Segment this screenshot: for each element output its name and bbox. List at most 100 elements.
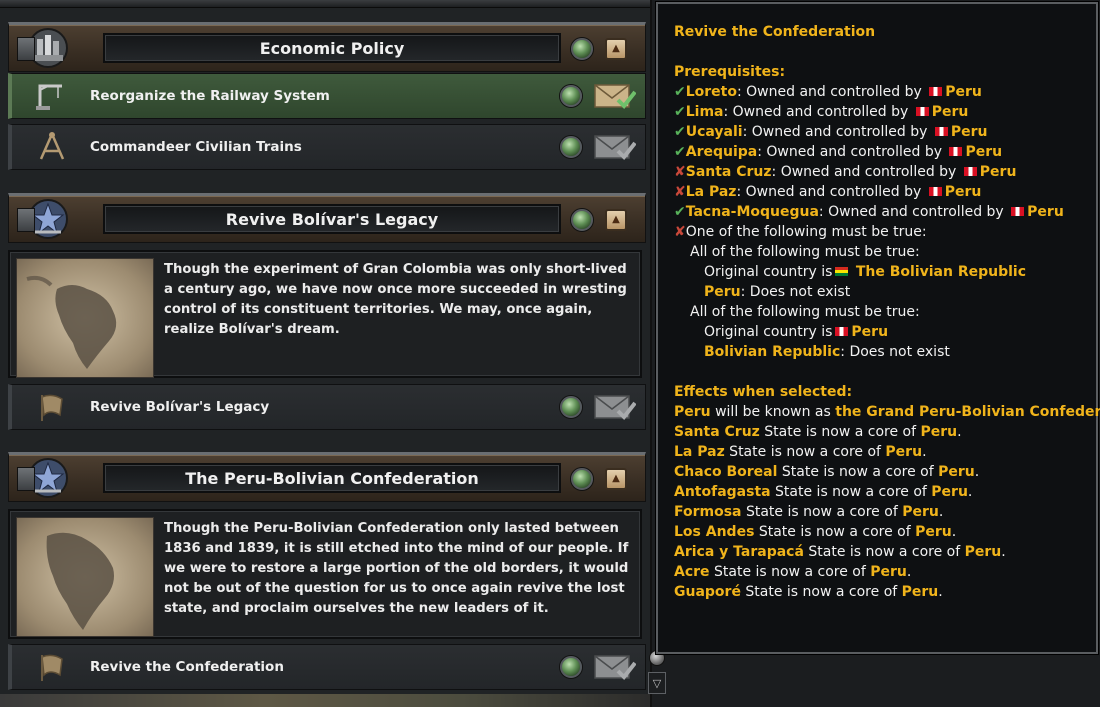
country-name: Peru <box>931 104 969 120</box>
effect-text: State is now a core of <box>777 464 939 480</box>
effect-text: State is now a core of <box>740 584 902 600</box>
category-description-box: Though the Peru-Bolivian Confederation o… <box>8 509 642 639</box>
tooltip-title: Revive the Confederation <box>674 24 876 40</box>
category-header-bolivar[interactable]: Revive Bolívar's Legacy ▲ <box>8 193 646 243</box>
state-name: La Paz <box>674 444 725 460</box>
decisions-panel: Economic Policy ▲ Reorganize the Railway… <box>0 0 652 707</box>
cross-icon: ✘ <box>674 184 686 200</box>
scroll-down-button[interactable]: ▽ <box>648 672 666 694</box>
chevron-up-icon: ▲ <box>612 473 620 484</box>
status-gem-icon <box>560 656 582 678</box>
peru-flag-icon <box>934 127 948 136</box>
state-name: Santa Cruz <box>685 164 772 180</box>
condition-text: : Owned and controlled by <box>771 164 957 180</box>
category-description: Though the Peru-Bolivian Confederation o… <box>164 521 629 616</box>
core-effect: Santa Cruz State is now a core of Peru. <box>674 424 962 440</box>
prerequisite-state: ✔Ucayali: Owned and controlled by Peru <box>674 122 1096 142</box>
state-name: Arequipa <box>685 144 758 160</box>
bolivia-flag-icon <box>835 267 849 276</box>
crane-icon <box>36 80 68 112</box>
checkmark-icon: ✔ <box>674 104 686 120</box>
core-effect: Acre State is now a core of Peru. <box>674 564 912 580</box>
checkmark-icon: ✔ <box>674 204 686 220</box>
state-name: La Paz <box>685 184 737 200</box>
category-header-economic-policy[interactable]: Economic Policy ▲ <box>8 22 646 72</box>
condition-text: : Owned and controlled by <box>757 144 943 160</box>
state-name: Acre <box>674 564 710 580</box>
effect-text: State is now a core of <box>759 424 921 440</box>
state-name: Santa Cruz <box>674 424 760 440</box>
panel-top-border <box>0 0 650 8</box>
condition-text: : Owned and controlled by <box>723 104 909 120</box>
core-effects-list: Santa Cruz State is now a core of Peru. L… <box>674 422 1096 602</box>
peru-flag-icon <box>1011 207 1025 216</box>
status-gem-icon <box>560 85 582 107</box>
all-of-condition: All of the following must be true: <box>690 304 920 320</box>
core-effect: Chaco Boreal State is now a core of Peru… <box>674 464 980 480</box>
decision-row-commandeer-trains[interactable]: Commandeer Civilian Trains <box>8 124 646 170</box>
effect-text: State is now a core of <box>709 564 871 580</box>
core-effect: Formosa State is now a core of Peru. <box>674 504 944 520</box>
envelope-check-icon[interactable] <box>594 655 637 681</box>
condition-text: : Owned and controlled by <box>818 204 1004 220</box>
prerequisite-state: ✔Loreto: Owned and controlled by Peru <box>674 82 1096 102</box>
decision-tooltip: Revive the Confederation Prerequisites: … <box>656 2 1100 654</box>
envelope-check-icon[interactable] <box>594 84 637 110</box>
envelope-check-icon[interactable] <box>594 395 637 421</box>
prerequisite-state: ✘La Paz: Owned and controlled by Peru <box>674 182 1096 202</box>
decision-label: Reorganize the Railway System <box>90 88 330 104</box>
core-effect: Los Andes State is now a core of Peru. <box>674 524 957 540</box>
decision-row-revive-confederation[interactable]: Revive the Confederation <box>8 644 646 690</box>
decision-row-reorganize-railway[interactable]: Reorganize the Railway System <box>8 73 646 119</box>
category-title: Revive Bolívar's Legacy <box>225 209 439 229</box>
prerequisite-state: ✘Santa Cruz: Owned and controlled by Per… <box>674 162 1096 182</box>
cross-icon: ✘ <box>674 224 686 240</box>
chevron-up-icon: ▲ <box>612 214 620 225</box>
effects-header: Effects when selected: <box>674 384 853 400</box>
star-emblem-icon <box>17 455 73 501</box>
prerequisites-header: Prerequisites: <box>674 64 786 80</box>
category-header-peru-bolivian[interactable]: The Peru-Bolivian Confederation ▲ <box>8 452 646 502</box>
checkmark-icon: ✔ <box>674 144 686 160</box>
original-country-condition: Original country is The Bolivian Republi… <box>704 264 1027 280</box>
decision-label: Revive the Confederation <box>90 659 284 675</box>
effect-text: State is now a core of <box>754 524 916 540</box>
peru-not-exist-condition: Peru: Does not exist <box>704 284 851 300</box>
state-name: Arica y Tarapacá <box>674 544 804 560</box>
status-gem-icon <box>571 209 593 231</box>
collapse-button[interactable]: ▲ <box>605 38 627 60</box>
status-gem-icon <box>571 38 593 60</box>
prerequisite-state: ✔Arequipa: Owned and controlled by Peru <box>674 142 1096 162</box>
prerequisite-state: ✔Tacna-Moquegua: Owned and controlled by… <box>674 202 1084 222</box>
country-name: Peru <box>920 424 958 440</box>
category-title-plate: Revive Bolívar's Legacy <box>103 204 561 234</box>
chevron-up-icon: ▲ <box>612 43 620 54</box>
category-title-plate: Economic Policy <box>103 33 561 63</box>
state-name: Los Andes <box>674 524 755 540</box>
country-name: Peru <box>964 544 1002 560</box>
collapse-button[interactable]: ▲ <box>605 468 627 490</box>
state-name: Tacna-Moquegua <box>685 204 819 220</box>
state-name: Chaco Boreal <box>674 464 778 480</box>
envelope-check-icon[interactable] <box>594 135 637 161</box>
country-name: Peru <box>915 524 952 540</box>
peru-flag-icon <box>928 187 942 196</box>
state-name: Lima <box>685 104 724 120</box>
arrow-down-icon: ▽ <box>652 676 662 690</box>
effect-text: State is now a core of <box>741 504 903 520</box>
decision-label: Revive Bolívar's Legacy <box>90 399 270 415</box>
collapse-button[interactable]: ▲ <box>605 209 627 231</box>
state-name: Loreto <box>685 84 737 100</box>
bolivia-not-exist-condition: Bolivian Republic: Does not exist <box>704 344 950 360</box>
state-name: Antofagasta <box>674 484 771 500</box>
checkmark-icon: ✔ <box>674 84 686 100</box>
factory-icon <box>17 25 73 71</box>
country-name: Peru <box>931 484 968 500</box>
decision-row-revive-bolivar[interactable]: Revive Bolívar's Legacy <box>8 384 646 430</box>
state-name: Guaporé <box>674 584 741 600</box>
peru-flag-icon <box>929 87 943 96</box>
country-name: Peru <box>945 84 982 100</box>
one-of-condition: ✘One of the following must be true: <box>674 224 927 240</box>
country-name: Peru <box>938 464 975 480</box>
status-gem-icon <box>560 136 582 158</box>
